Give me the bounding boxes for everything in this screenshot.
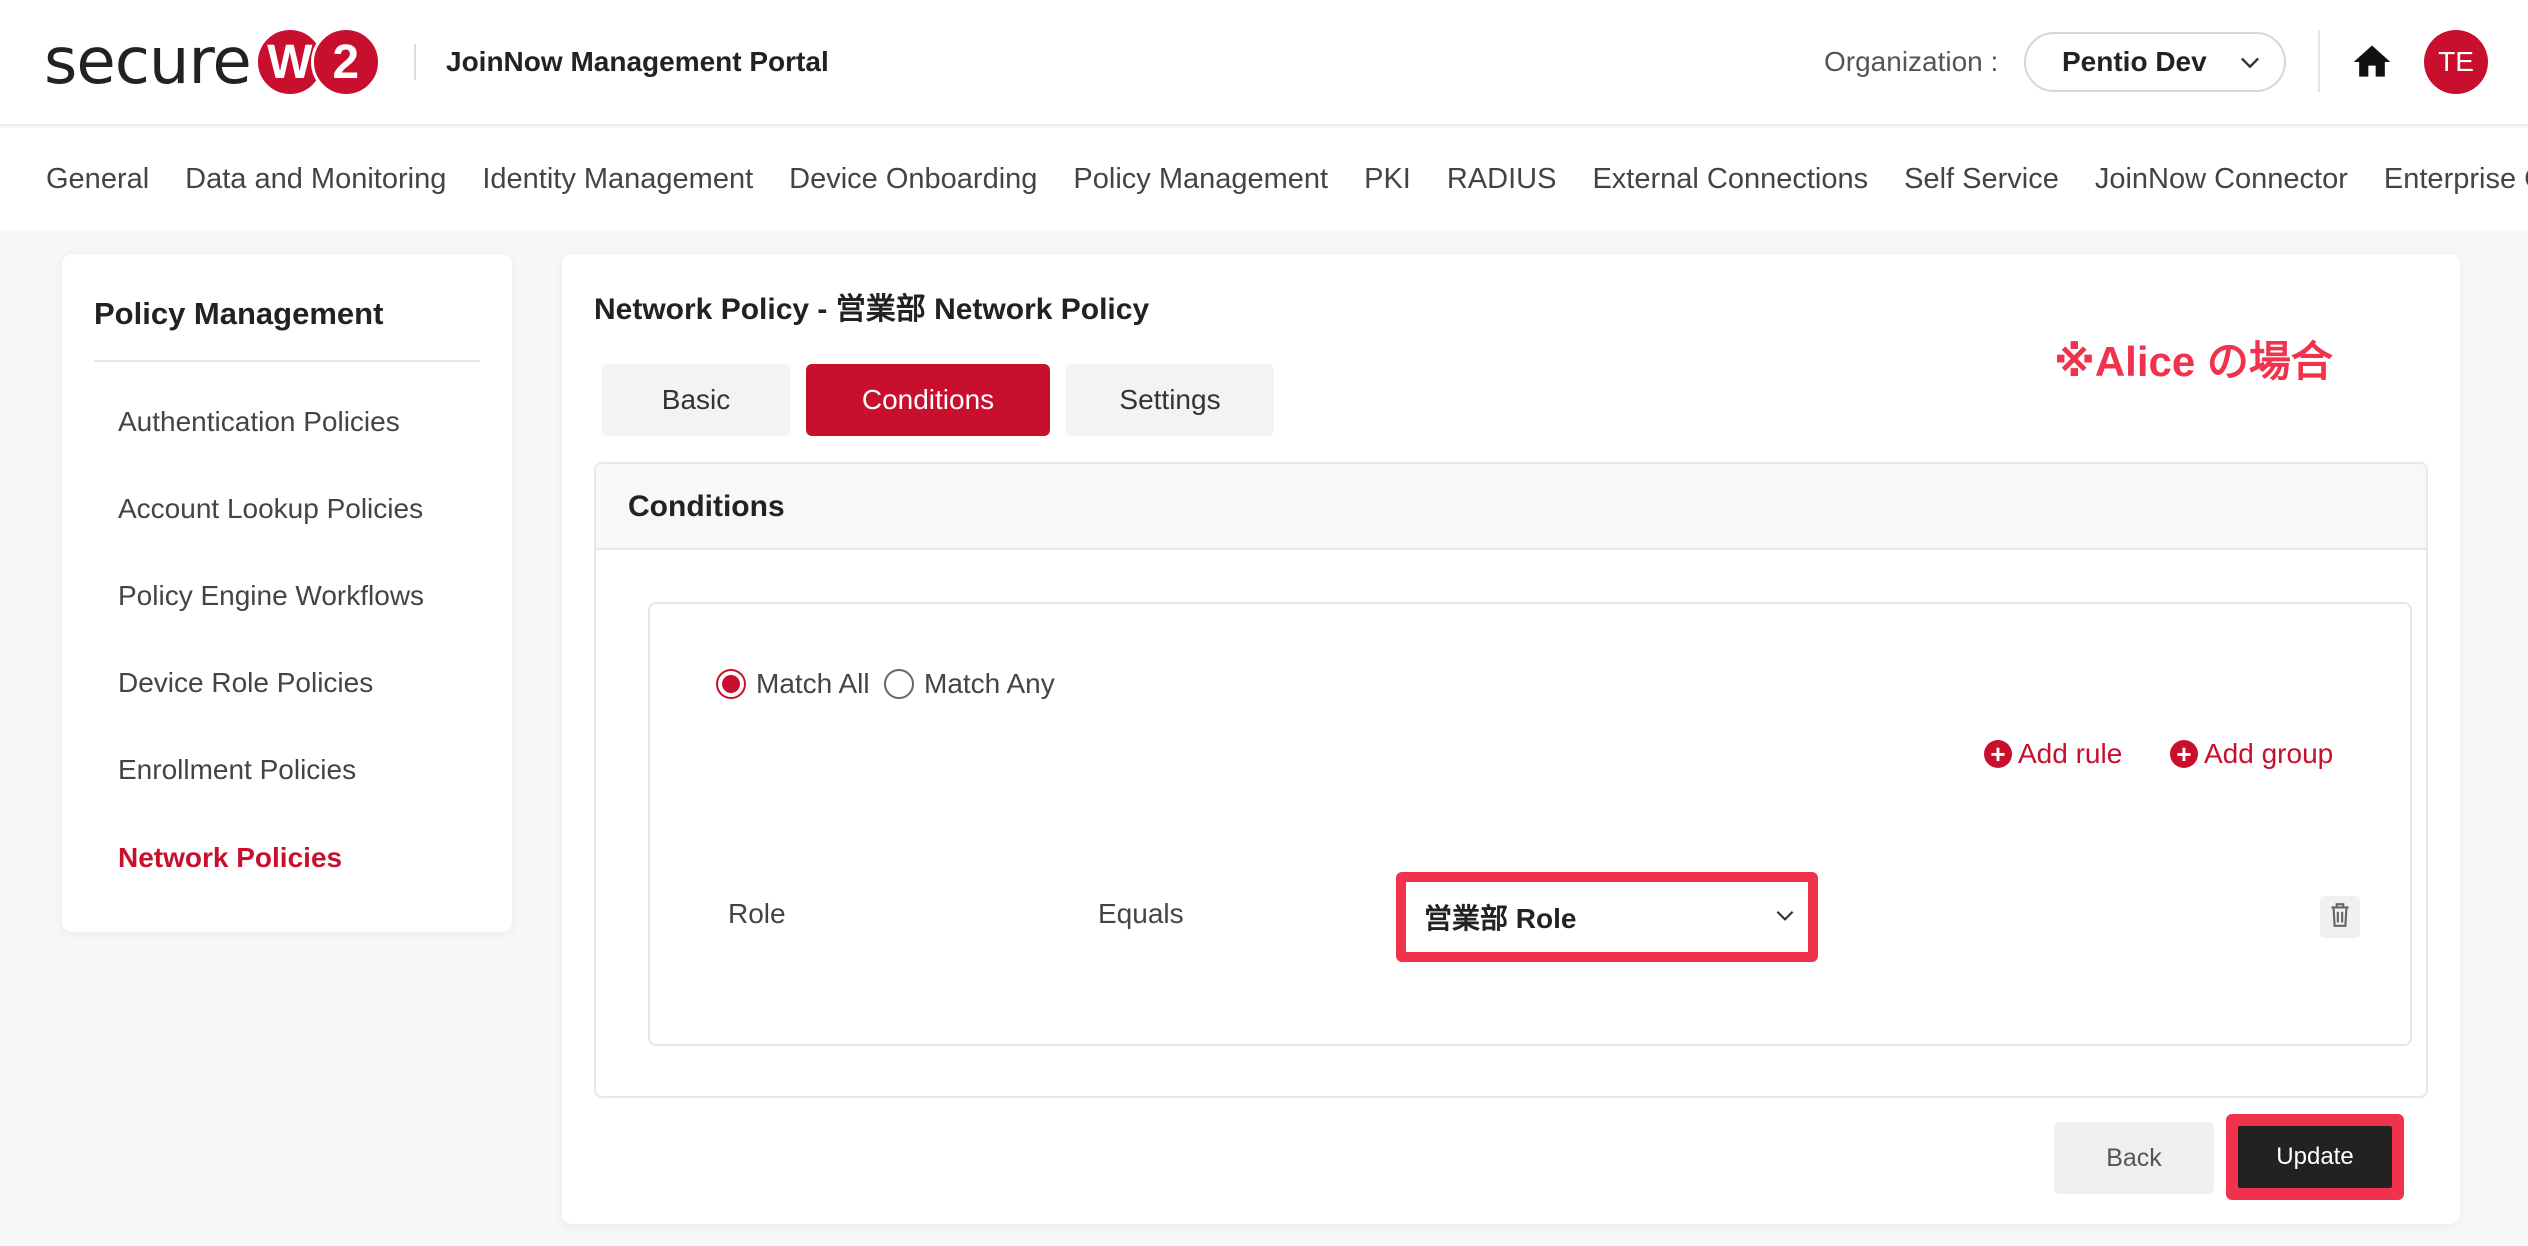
tab-basic[interactable]: Basic: [602, 364, 790, 436]
logo-text: secure: [44, 25, 252, 99]
add-group-button[interactable]: + Add group: [2170, 738, 2333, 770]
sidebar-item-authentication-policies[interactable]: Authentication Policies: [118, 406, 400, 438]
nav-item-general[interactable]: General: [46, 163, 149, 196]
add-group-label: Add group: [2204, 738, 2334, 769]
conditions-panel-header: Conditions: [596, 464, 2426, 550]
sidebar-title: Policy Management: [94, 296, 384, 331]
rule-value-highlight: 営業部 Role: [1396, 872, 1818, 962]
rule-operator-label: Equals: [1098, 898, 1184, 929]
header-divider: [414, 44, 416, 80]
radio-selected-icon: [716, 669, 746, 699]
add-rule-label: Add rule: [2018, 738, 2123, 769]
nav-item-enterprise-client[interactable]: Enterprise Client: [2384, 163, 2528, 196]
radio-unselected-icon: [884, 669, 914, 699]
delete-rule-button[interactable]: [2320, 896, 2360, 938]
rule-field-label: Role: [728, 898, 786, 929]
user-avatar[interactable]: TE: [2424, 30, 2488, 94]
rule-value-select[interactable]: 営業部 Role: [1406, 882, 1808, 952]
annotation-note: ※Alice の場合: [2054, 338, 2333, 385]
logo-w2-mark: W 2: [254, 27, 381, 97]
main-content: Network Policy - 営業部 Network Policy ※Ali…: [562, 254, 2460, 1224]
condition-group: Match All Match Any + Add rule + Add gro…: [648, 602, 2412, 1046]
match-any-label: Match Any: [924, 668, 1055, 699]
sidebar-divider: [94, 360, 480, 362]
sidebar-item-policy-engine-workflows[interactable]: Policy Engine Workflows: [118, 580, 424, 612]
nav-item-policy-management[interactable]: Policy Management: [1073, 163, 1328, 196]
nav-item-external-connections[interactable]: External Connections: [1592, 163, 1868, 196]
sidebar-item-account-lookup-policies[interactable]: Account Lookup Policies: [118, 493, 423, 525]
trash-icon: [2327, 901, 2353, 934]
logo-circle-2: 2: [310, 27, 381, 97]
tab-settings[interactable]: Settings: [1066, 364, 1274, 436]
match-all-label: Match All: [756, 668, 870, 699]
conditions-panel-title: Conditions: [628, 490, 785, 523]
nav-item-joinnow-connector[interactable]: JoinNow Connector: [2095, 163, 2348, 196]
home-icon[interactable]: [2350, 40, 2394, 89]
tab-conditions[interactable]: Conditions: [806, 364, 1050, 436]
update-button[interactable]: Update: [2238, 1126, 2392, 1188]
nav-item-pki[interactable]: PKI: [1364, 163, 1411, 196]
update-button-highlight: Update: [2226, 1114, 2404, 1200]
nav-item-radius[interactable]: RADIUS: [1447, 163, 1557, 196]
policy-tabs: Basic Conditions Settings: [602, 364, 1290, 436]
sidebar-item-enrollment-policies[interactable]: Enrollment Policies: [118, 754, 356, 786]
chevron-down-icon: [2236, 48, 2264, 81]
sidebar: Policy Management Authentication Policie…: [62, 254, 512, 932]
nav-item-data-and-monitoring[interactable]: Data and Monitoring: [185, 163, 446, 196]
organization-value: Pentio Dev: [2062, 46, 2207, 77]
match-any-radio[interactable]: Match Any: [884, 668, 1055, 700]
portal-title: JoinNow Management Portal: [446, 46, 829, 77]
plus-circle-icon: +: [1984, 740, 2012, 768]
add-rule-button[interactable]: + Add rule: [1984, 738, 2122, 770]
match-all-radio[interactable]: Match All: [716, 668, 870, 700]
nav-item-self-service[interactable]: Self Service: [1904, 163, 2059, 196]
nav-item-identity-management[interactable]: Identity Management: [482, 163, 753, 196]
header-divider-right: [2318, 30, 2320, 92]
back-button[interactable]: Back: [2054, 1122, 2214, 1194]
top-header: secure W 2 JoinNow Management Portal Org…: [0, 0, 2528, 126]
securew2-logo[interactable]: secure W 2: [44, 26, 381, 98]
conditions-panel: Conditions Match All Match Any + Add rul…: [594, 462, 2428, 1098]
plus-circle-icon: +: [2170, 740, 2198, 768]
sidebar-item-network-policies[interactable]: Network Policies: [118, 842, 342, 874]
page-title: Network Policy - 営業部 Network Policy: [594, 293, 1150, 326]
main-nav: General Data and Monitoring Identity Man…: [0, 128, 2528, 230]
nav-item-device-onboarding[interactable]: Device Onboarding: [789, 163, 1037, 196]
sidebar-item-device-role-policies[interactable]: Device Role Policies: [118, 667, 373, 699]
rule-value: 営業部 Role: [1424, 903, 1577, 934]
organization-select[interactable]: Pentio Dev: [2024, 32, 2286, 92]
organization-label: Organization :: [1824, 46, 1999, 77]
chevron-down-icon: [1772, 902, 1798, 933]
